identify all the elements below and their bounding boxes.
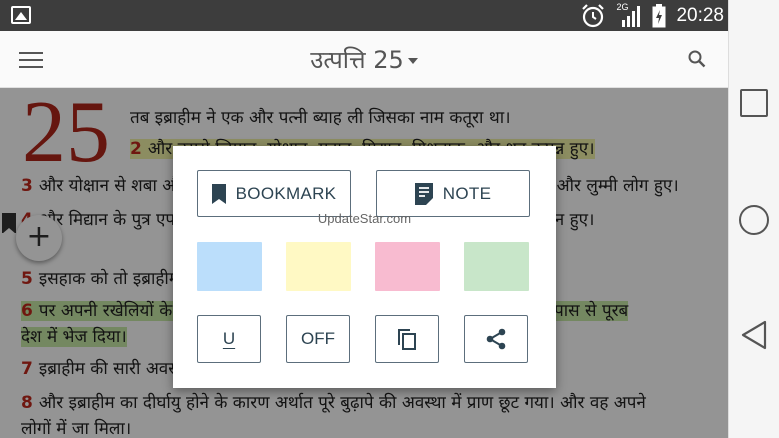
highlight-pink-swatch[interactable] xyxy=(375,242,440,291)
bookmark-icon xyxy=(211,183,226,204)
highlight-off-button[interactable]: OFF xyxy=(286,315,350,363)
highlight-yellow-swatch[interactable] xyxy=(286,242,351,291)
bookmark-button[interactable]: BOOKMARK xyxy=(197,170,351,217)
status-bar: 2G 20:28 xyxy=(0,0,728,31)
verse-action-dialog: BOOKMARK NOTE UpdateStar.com U OFF xyxy=(173,146,556,388)
home-icon[interactable] xyxy=(739,205,769,235)
recent-apps-icon[interactable] xyxy=(740,89,768,117)
underline-button[interactable]: U xyxy=(197,315,261,363)
network-icon: 2G xyxy=(616,2,642,28)
off-label: OFF xyxy=(301,329,335,348)
share-button[interactable] xyxy=(464,315,528,363)
alarm-icon xyxy=(582,3,605,27)
underline-label: U xyxy=(222,329,236,348)
clock: 20:28 xyxy=(676,4,724,26)
bookmark-button-label: BOOKMARK xyxy=(235,183,337,203)
highlight-green-swatch[interactable] xyxy=(464,242,529,291)
note-icon xyxy=(414,182,433,205)
back-icon[interactable] xyxy=(740,320,768,350)
search-icon[interactable] xyxy=(688,50,706,68)
system-nav-bar xyxy=(728,0,779,438)
app-bar: उत्पत्ति 25 xyxy=(0,31,728,88)
note-button[interactable]: NOTE xyxy=(376,170,530,217)
note-button-label: NOTE xyxy=(442,183,492,203)
watermark: UpdateStar.com xyxy=(317,211,412,226)
copy-icon xyxy=(398,329,416,350)
dropdown-caret-icon xyxy=(407,58,418,64)
share-icon xyxy=(486,328,506,350)
image-notification-icon xyxy=(11,6,31,24)
chapter-selector[interactable]: उत्पत्ति 25 xyxy=(0,43,728,76)
page-title: उत्पत्ति 25 xyxy=(310,46,404,74)
copy-button[interactable] xyxy=(375,315,439,363)
highlight-blue-swatch[interactable] xyxy=(197,242,262,291)
battery-charging-icon xyxy=(652,3,666,27)
